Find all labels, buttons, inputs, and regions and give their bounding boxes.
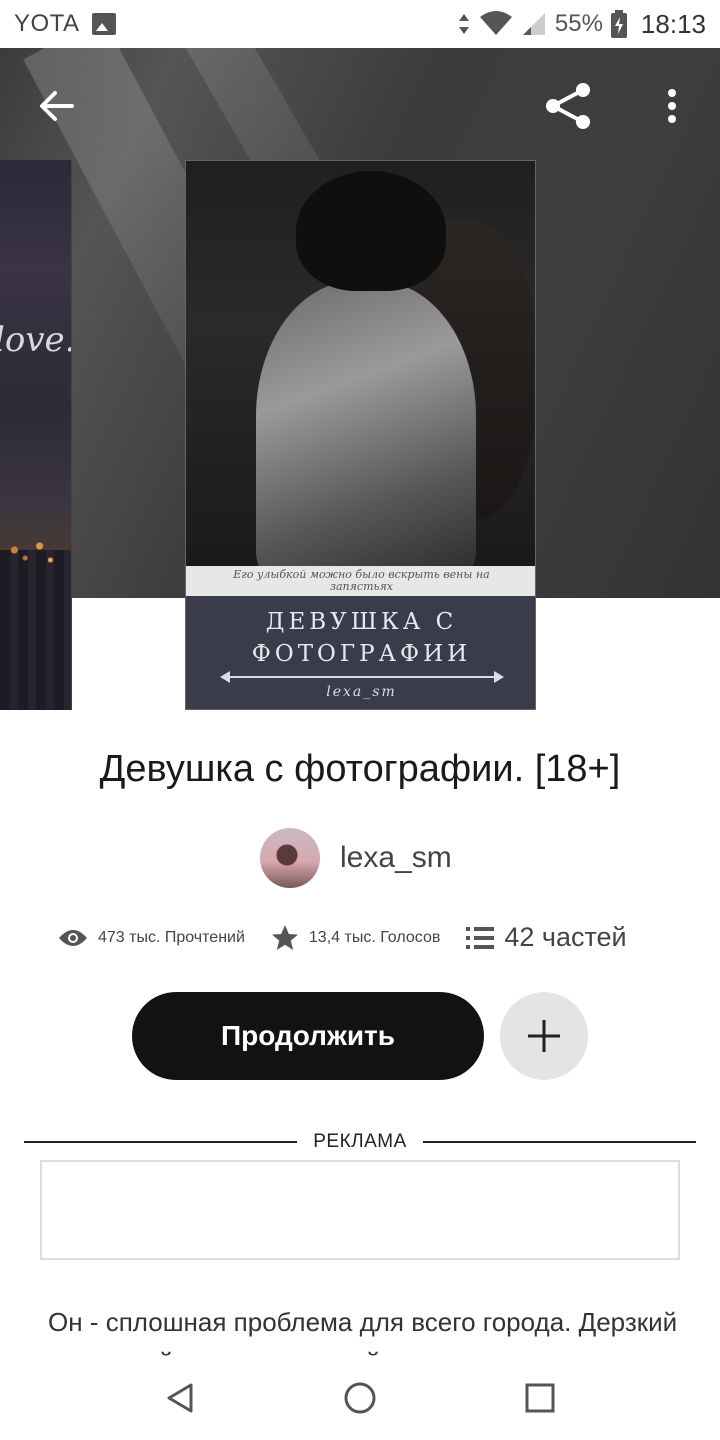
more-vertical-icon <box>668 89 676 123</box>
continue-reading-button[interactable]: Продолжить <box>132 992 484 1080</box>
ad-slot[interactable] <box>40 1160 680 1260</box>
cover-tagline-strip: Его улыбкой можно было вскрыть вены на з… <box>186 566 535 596</box>
nav-recents-button[interactable] <box>450 1356 630 1440</box>
circle-home-icon <box>344 1382 376 1414</box>
status-icons: 55% 18:13 <box>457 9 706 40</box>
story-stats: 473 тыс. Прочтений 13,4 тыс. Голосов 42 … <box>58 922 678 953</box>
cover-arrow-line <box>219 671 504 683</box>
votes-stat: 13,4 тыс. Голосов <box>271 924 440 952</box>
wifi-icon <box>479 11 512 35</box>
list-icon <box>466 926 495 949</box>
carrier-name: YOTA <box>14 10 80 37</box>
triangle-back-icon <box>167 1383 193 1413</box>
reads-stat: 473 тыс. Прочтений <box>58 928 245 948</box>
add-to-library-button[interactable] <box>500 992 588 1080</box>
battery-percent: 55% <box>554 10 603 37</box>
ad-label: РЕКЛАМА <box>313 1131 407 1152</box>
author-name: lexa_sm <box>340 841 452 874</box>
side-cover-text: love. <box>0 320 72 360</box>
image-notification-icon <box>91 13 116 35</box>
arrow-left-icon <box>40 91 74 121</box>
divider <box>422 1141 696 1143</box>
city-skyline <box>0 550 71 710</box>
data-arrows-icon <box>458 14 469 34</box>
status-bar: YOTA 55% 18:13 <box>0 0 720 48</box>
signal-icon <box>522 13 545 35</box>
ad-label-row: РЕКЛАМА <box>24 1130 696 1154</box>
cover-figure <box>296 171 446 291</box>
eye-icon <box>59 929 87 946</box>
share-button[interactable] <box>540 78 596 134</box>
cover-title-panel: ДЕВУШКА С ФОТОГРАФИИ lexa_sm <box>186 596 535 709</box>
cover-figure <box>256 281 476 581</box>
nav-back-button[interactable] <box>90 1356 270 1440</box>
divider <box>24 1141 298 1143</box>
cover-author: lexa_sm <box>326 684 397 700</box>
back-button[interactable] <box>28 78 84 134</box>
avatar <box>260 828 320 888</box>
parts-count: 42 частей <box>504 922 627 952</box>
more-options-button[interactable] <box>644 78 700 134</box>
square-recents-icon <box>525 1383 555 1413</box>
nav-home-button[interactable] <box>270 1356 450 1440</box>
cover-photo <box>186 161 535 581</box>
reads-count: 473 тыс. Прочтений <box>98 928 245 946</box>
story-cover[interactable]: Его улыбкой можно было вскрыть вены на з… <box>185 160 536 710</box>
star-icon <box>271 924 298 950</box>
author-link[interactable]: lexa_sm <box>260 828 452 888</box>
plus-icon <box>528 1020 560 1052</box>
system-nav-bar <box>0 1356 720 1440</box>
votes-count: 13,4 тыс. Голосов <box>308 928 441 946</box>
clock: 18:13 <box>640 8 706 39</box>
cover-title: ДЕВУШКА С ФОТОГРАФИИ <box>251 609 472 667</box>
share-icon <box>546 83 590 129</box>
cover-tagline: Его улыбкой можно было вскрыть вены на з… <box>233 568 490 593</box>
parts-stat[interactable]: 42 частей <box>466 922 627 953</box>
city-lights <box>0 530 71 570</box>
battery-charging-icon <box>610 10 627 38</box>
story-title: Девушка с фотографии. [18+] <box>99 748 621 790</box>
previous-story-cover[interactable]: love. <box>0 160 72 710</box>
